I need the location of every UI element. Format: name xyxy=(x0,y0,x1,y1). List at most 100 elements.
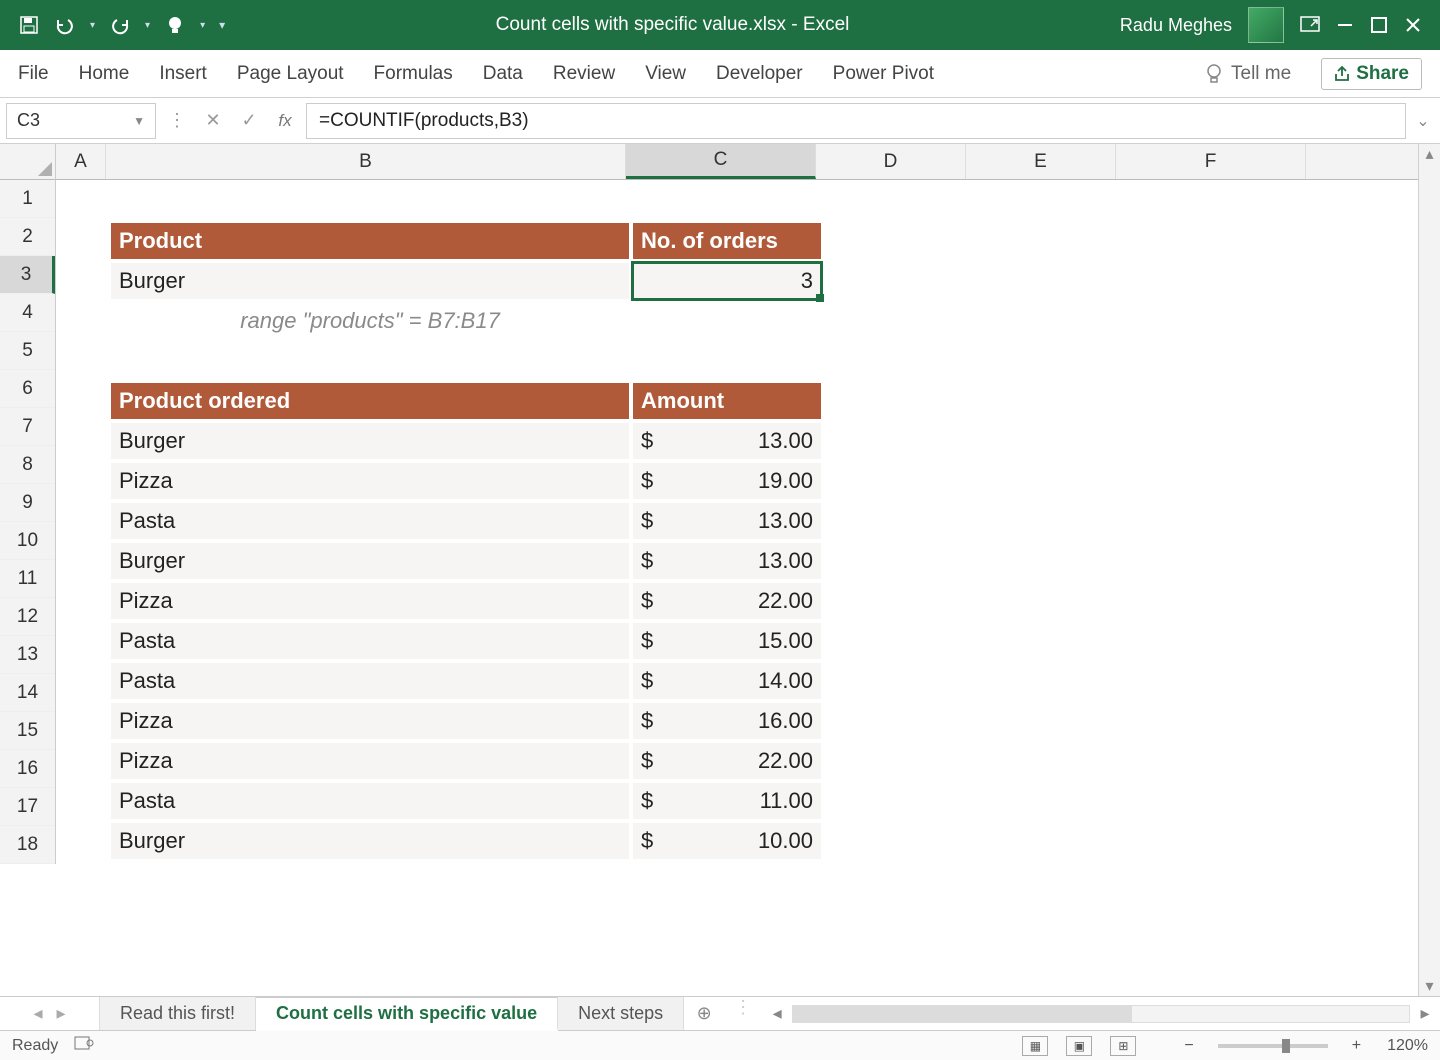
ribbon-tab-data[interactable]: Data xyxy=(483,63,523,85)
scroll-up-icon[interactable]: ▴ xyxy=(1425,144,1433,164)
row-header-15[interactable]: 15 xyxy=(0,712,55,750)
zoom-level[interactable]: 120% xyxy=(1387,1037,1428,1055)
row-header-16[interactable]: 16 xyxy=(0,750,55,788)
cell-c15[interactable]: $22.00 xyxy=(632,742,822,780)
vertical-scrollbar[interactable]: ▴ ▾ xyxy=(1418,144,1440,996)
cell-b12[interactable]: Pasta xyxy=(110,622,630,660)
row-header-4[interactable]: 4 xyxy=(0,294,55,332)
cell-c7[interactable]: $13.00 xyxy=(632,422,822,460)
cell-b10[interactable]: Burger xyxy=(110,542,630,580)
maximize-icon[interactable] xyxy=(1370,16,1388,34)
ribbon-tab-power-pivot[interactable]: Power Pivot xyxy=(833,63,934,85)
row-header-14[interactable]: 14 xyxy=(0,674,55,712)
column-header-A[interactable]: A xyxy=(56,144,106,179)
cell-c8[interactable]: $19.00 xyxy=(632,462,822,500)
row-header-7[interactable]: 7 xyxy=(0,408,55,446)
column-header-D[interactable]: D xyxy=(816,144,966,179)
normal-view-icon[interactable]: ▦ xyxy=(1022,1036,1048,1056)
row-header-13[interactable]: 13 xyxy=(0,636,55,674)
cell-c14[interactable]: $16.00 xyxy=(632,702,822,740)
macro-record-icon[interactable] xyxy=(74,1035,94,1056)
zoom-slider-thumb[interactable] xyxy=(1282,1039,1290,1053)
range-note[interactable]: range "products" = B7:B17 xyxy=(110,302,630,340)
lightbulb-dropdown-icon[interactable]: ▾ xyxy=(200,20,205,31)
column-header-F[interactable]: F xyxy=(1116,144,1306,179)
row-header-1[interactable]: 1 xyxy=(0,180,55,218)
header-orders[interactable]: No. of orders xyxy=(632,222,822,260)
sheet-nav-next-icon[interactable]: ▸ xyxy=(57,1003,66,1024)
cancel-formula-icon[interactable]: ✕ xyxy=(198,110,228,131)
zoom-out-icon[interactable]: − xyxy=(1184,1037,1193,1055)
page-layout-view-icon[interactable]: ▣ xyxy=(1066,1036,1092,1056)
horizontal-scrollbar[interactable]: ◂ ▸ xyxy=(762,997,1440,1030)
cell-b17[interactable]: Burger xyxy=(110,822,630,860)
cell-b11[interactable]: Pizza xyxy=(110,582,630,620)
cell-c16[interactable]: $11.00 xyxy=(632,782,822,820)
new-sheet-button[interactable]: ⊕ xyxy=(684,997,724,1030)
save-icon[interactable] xyxy=(18,14,40,36)
cell-c17[interactable]: $10.00 xyxy=(632,822,822,860)
cell-b9[interactable]: Pasta xyxy=(110,502,630,540)
minimize-icon[interactable] xyxy=(1336,16,1354,34)
ribbon-display-options-icon[interactable] xyxy=(1300,16,1320,34)
ribbon-tab-home[interactable]: Home xyxy=(79,63,130,85)
header-product-ordered[interactable]: Product ordered xyxy=(110,382,630,420)
row-header-3[interactable]: 3 xyxy=(0,256,55,294)
undo-dropdown-icon[interactable]: ▾ xyxy=(90,20,95,31)
ribbon-tab-file[interactable]: File xyxy=(18,63,49,85)
row-header-12[interactable]: 12 xyxy=(0,598,55,636)
expand-formula-bar-icon[interactable]: ⌄ xyxy=(1412,111,1434,131)
header-amount[interactable]: Amount xyxy=(632,382,822,420)
user-name[interactable]: Radu Meghes xyxy=(1120,15,1232,36)
hscroll-thumb[interactable] xyxy=(793,1006,1132,1022)
cell-c11[interactable]: $22.00 xyxy=(632,582,822,620)
row-header-8[interactable]: 8 xyxy=(0,446,55,484)
zoom-slider[interactable] xyxy=(1218,1044,1328,1048)
ribbon-tab-page-layout[interactable]: Page Layout xyxy=(237,63,344,85)
cell-b16[interactable]: Pasta xyxy=(110,782,630,820)
header-product[interactable]: Product xyxy=(110,222,630,260)
hscroll-track[interactable] xyxy=(792,1005,1410,1023)
redo-icon[interactable] xyxy=(109,14,131,36)
cell-b3[interactable]: Burger xyxy=(110,262,630,300)
sheet-tab-count-cells-with-specific-value[interactable]: Count cells with specific value xyxy=(256,997,558,1031)
row-header-11[interactable]: 11 xyxy=(0,560,55,598)
ribbon-tab-formulas[interactable]: Formulas xyxy=(374,63,453,85)
ribbon-tab-developer[interactable]: Developer xyxy=(716,63,803,85)
cell-c9[interactable]: $13.00 xyxy=(632,502,822,540)
row-header-10[interactable]: 10 xyxy=(0,522,55,560)
cell-b14[interactable]: Pizza xyxy=(110,702,630,740)
name-box[interactable]: C3 ▼ xyxy=(6,103,156,139)
column-header-B[interactable]: B xyxy=(106,144,626,179)
cell-b13[interactable]: Pasta xyxy=(110,662,630,700)
share-button[interactable]: Share xyxy=(1321,58,1422,90)
formula-input[interactable]: =COUNTIF(products,B3) xyxy=(306,103,1406,139)
tell-me-button[interactable]: Tell me xyxy=(1205,63,1291,85)
insert-function-icon[interactable]: fx xyxy=(270,111,300,131)
row-header-2[interactable]: 2 xyxy=(0,218,55,256)
hscroll-right-icon[interactable]: ▸ xyxy=(1416,1003,1434,1024)
cell-b7[interactable]: Burger xyxy=(110,422,630,460)
row-header-6[interactable]: 6 xyxy=(0,370,55,408)
cell-c10[interactable]: $13.00 xyxy=(632,542,822,580)
cells-area[interactable]: ProductNo. of ordersBurger3range "produc… xyxy=(56,180,1418,996)
user-avatar[interactable] xyxy=(1248,7,1284,43)
hscroll-left-icon[interactable]: ◂ xyxy=(768,1003,786,1024)
enter-formula-icon[interactable]: ✓ xyxy=(234,110,264,131)
row-header-9[interactable]: 9 xyxy=(0,484,55,522)
row-header-5[interactable]: 5 xyxy=(0,332,55,370)
undo-icon[interactable] xyxy=(54,14,76,36)
cell-b15[interactable]: Pizza xyxy=(110,742,630,780)
ribbon-tab-insert[interactable]: Insert xyxy=(159,63,207,85)
redo-dropdown-icon[interactable]: ▾ xyxy=(145,20,150,31)
select-all-corner[interactable] xyxy=(0,144,56,180)
cell-c3-selected[interactable]: 3 xyxy=(632,262,822,300)
column-header-C[interactable]: C xyxy=(626,144,816,179)
name-box-dropdown-icon[interactable]: ▼ xyxy=(133,114,145,128)
cell-b8[interactable]: Pizza xyxy=(110,462,630,500)
zoom-in-icon[interactable]: + xyxy=(1352,1037,1361,1055)
close-icon[interactable] xyxy=(1404,16,1422,34)
lightbulb-icon[interactable] xyxy=(164,14,186,36)
sheet-nav-prev-icon[interactable]: ◂ xyxy=(33,1003,42,1024)
column-header-E[interactable]: E xyxy=(966,144,1116,179)
